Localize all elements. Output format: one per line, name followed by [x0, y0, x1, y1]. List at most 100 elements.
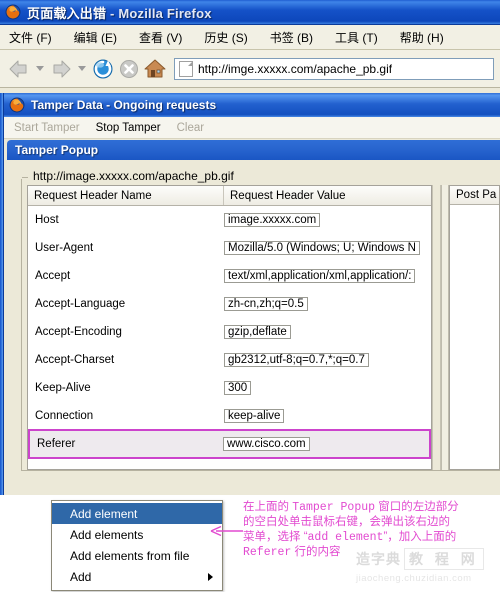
table-row[interactable]: Accept text/xml,application/xml,applicat… [28, 262, 431, 290]
annotation-line-2: 的空白处单击鼠标右键，会弹出该右边的 [243, 516, 450, 528]
header-name-cell: Referer [37, 438, 76, 450]
tamper-window-title: Tamper Data - Ongoing requests [31, 98, 217, 112]
table-row[interactable]: Accept-Language zh-cn,zh;q=0.5 [28, 290, 431, 318]
address-bar[interactable]: http://imge.xxxxx.com/apache_pb.gif [174, 57, 494, 80]
context-menu-item-label: Add element [70, 506, 138, 521]
annotation-line3-c: ”，加入上面的 [383, 531, 457, 543]
header-value-cell: www.cisco.com [223, 435, 429, 453]
header-name-cell: Connection [35, 409, 94, 422]
table-row[interactable]: Accept-Charset gb2312,utf-8;q=0.7,*;q=0.… [28, 346, 431, 374]
annotation-line4-a: Referer [243, 546, 292, 559]
header-value-cell: Mozilla/5.0 (Windows; U; Windows N [224, 239, 431, 257]
post-parameters-panel: Post Pa [449, 185, 500, 470]
annotation-line3-b: add element [307, 531, 384, 544]
menu-edit[interactable]: 编辑 (E) [74, 29, 117, 46]
tamper-data-window: Tamper Data - Ongoing requests Start Tam… [3, 93, 500, 495]
context-menu-item-label: Add elements from file [70, 548, 190, 563]
header-value-input[interactable]: text/xml,application/xml,application/: [224, 268, 416, 283]
reload-icon[interactable] [90, 56, 116, 82]
watermark: 造字典 教 程 网 jiaocheng.chuzidian.com [356, 548, 490, 588]
firefox-icon [5, 4, 21, 20]
context-menu: Add element Add elements Add elements fr… [51, 500, 223, 591]
header-value-input[interactable]: image.xxxxx.com [224, 212, 321, 227]
header-value-cell: gzip,deflate [224, 323, 431, 341]
request-headers-panel: Request Header Name Request Header Value… [27, 185, 432, 470]
forward-history-dropdown-icon[interactable] [78, 66, 86, 71]
annotation-line3-a: 菜单，选择 “ [243, 531, 308, 543]
context-menu-item-label: Add elements [70, 527, 144, 542]
header-name-cell: User-Agent [35, 241, 94, 254]
context-menu-item-add[interactable]: Add [52, 566, 222, 587]
header-value-cell: zh-cn,zh;q=0.5 [224, 295, 431, 313]
column-header-post-parameter[interactable]: Post Pa [450, 186, 499, 205]
page-icon [179, 60, 193, 77]
tamper-toolbar: Start Tamper Stop Tamper Clear [4, 117, 500, 139]
legend-edge-left [22, 176, 28, 178]
tamper-titlebar: Tamper Data - Ongoing requests [4, 93, 500, 117]
start-tamper-button[interactable]: Start Tamper [14, 122, 80, 134]
annotation-line1-a: 在上面的 [243, 501, 293, 513]
header-value-input[interactable]: 300 [224, 380, 252, 395]
header-value-input[interactable]: Mozilla/5.0 (Windows; U; Windows N [224, 240, 420, 255]
header-value-cell: image.xxxxx.com [224, 211, 431, 229]
left-arrow-annotation [210, 525, 243, 537]
submenu-arrow-icon [208, 572, 213, 581]
request-headers-table-header: Request Header Name Request Header Value [28, 186, 431, 206]
window-title-suffix: - Mozilla Firefox [106, 5, 212, 21]
table-row[interactable]: Connection keep-alive [28, 402, 431, 430]
header-name-cell: Keep-Alive [35, 381, 91, 394]
menu-file[interactable]: 文件 (F) [9, 29, 52, 46]
header-value-input[interactable]: www.cisco.com [223, 437, 310, 451]
context-menu-item-add-elements-from-file[interactable]: Add elements from file [52, 545, 222, 566]
menu-bookmarks[interactable]: 书签 (B) [270, 29, 313, 46]
header-name-cell: Accept-Encoding [35, 325, 122, 338]
forward-arrow-icon[interactable] [48, 56, 74, 82]
panel-splitter[interactable] [432, 185, 441, 470]
tamper-popup-header: Tamper Popup [7, 140, 500, 160]
header-value-input[interactable]: zh-cn,zh;q=0.5 [224, 296, 308, 311]
back-history-dropdown-icon[interactable] [36, 66, 44, 71]
table-row[interactable]: User-Agent Mozilla/5.0 (Windows; U; Wind… [28, 234, 431, 262]
header-value-input[interactable]: keep-alive [224, 408, 285, 423]
firefox-window-title: 页面载入出错 - Mozilla Firefox [27, 3, 212, 22]
header-value-cell: text/xml,application/xml,application/: [224, 267, 431, 285]
table-row[interactable]: Accept-Encoding gzip,deflate [28, 318, 431, 346]
request-groupbox: http://image.xxxxx.com/apache_pb.gif Req… [21, 169, 500, 471]
column-header-name[interactable]: Request Header Name [28, 186, 224, 205]
tamper-popup-content: http://image.xxxxx.com/apache_pb.gif Req… [7, 160, 500, 495]
annotation-line-1: 在上面的 Tamper Popup 窗口的左边部分 [243, 500, 495, 515]
home-icon[interactable] [142, 56, 168, 82]
header-value-cell: keep-alive [224, 407, 431, 425]
annotation-line-3: 菜单，选择 “add element”，加入上面的 [243, 530, 495, 545]
table-row-referer-highlighted[interactable]: Referer www.cisco.com [28, 429, 431, 459]
menu-history[interactable]: 历史 (S) [204, 29, 247, 46]
tamper-body: Tamper Popup http://image.xxxxx.com/apac… [7, 140, 500, 495]
table-row[interactable]: Keep-Alive 300 [28, 374, 431, 402]
menu-help[interactable]: 帮助 (H) [400, 29, 444, 46]
header-value-input[interactable]: gzip,deflate [224, 324, 291, 339]
annotation-line1-b: Tamper Popup [292, 501, 376, 514]
context-menu-item-add-elements[interactable]: Add elements [52, 524, 222, 545]
header-name-cell: Host [35, 213, 59, 226]
context-menu-item-add-element[interactable]: Add element [52, 503, 222, 524]
vertical-scrollbar[interactable] [441, 185, 449, 470]
legend-edge-right [239, 177, 500, 178]
menu-view[interactable]: 查看 (V) [139, 29, 182, 46]
tamper-popup-title: Tamper Popup [15, 143, 99, 157]
header-name-cell: Accept [35, 269, 71, 282]
address-bar-value: http://imge.xxxxx.com/apache_pb.gif [198, 61, 393, 76]
menu-tools[interactable]: 工具 (T) [335, 29, 378, 46]
firefox-menubar: 文件 (F) 编辑 (E) 查看 (V) 历史 (S) 书签 (B) 工具 (T… [0, 25, 500, 50]
stop-tamper-button[interactable]: Stop Tamper [96, 122, 161, 134]
header-value-input[interactable]: gb2312,utf-8;q=0.7,*;q=0.7 [224, 352, 369, 367]
stop-icon[interactable] [116, 56, 142, 82]
clear-button[interactable]: Clear [177, 122, 204, 134]
annotation-line1-c: 窗口的左边部分 [375, 501, 459, 513]
window-title-main: 页面载入出错 [27, 5, 107, 21]
request-headers-rows: Host image.xxxxx.com User-Agent Mozilla/… [28, 206, 431, 459]
watermark-site-name: 造字典 [356, 551, 401, 567]
table-row[interactable]: Host image.xxxxx.com [28, 206, 431, 234]
back-arrow-icon[interactable] [6, 56, 32, 82]
firefox-titlebar: 页面载入出错 - Mozilla Firefox [0, 0, 500, 25]
column-header-value[interactable]: Request Header Value [224, 186, 431, 205]
